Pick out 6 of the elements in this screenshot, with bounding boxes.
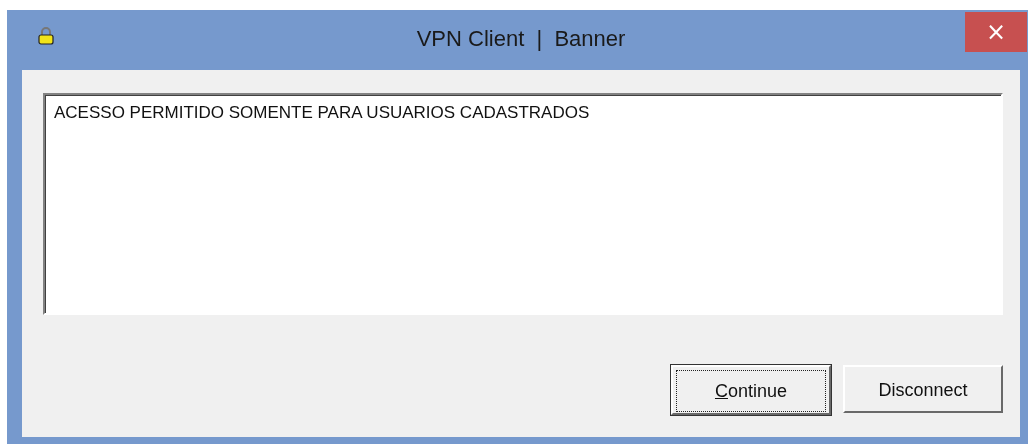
banner-text: ACESSO PERMITIDO SOMENTE PARA USUARIOS CADASTRADOS xyxy=(54,103,590,122)
padlock-icon xyxy=(38,27,54,45)
window-title: VPN Client | Banner xyxy=(416,26,626,52)
disconnect-button[interactable]: Disconnect xyxy=(843,365,1003,413)
continue-button[interactable]: Continue xyxy=(671,365,831,415)
close-button[interactable]: × xyxy=(965,12,1027,52)
